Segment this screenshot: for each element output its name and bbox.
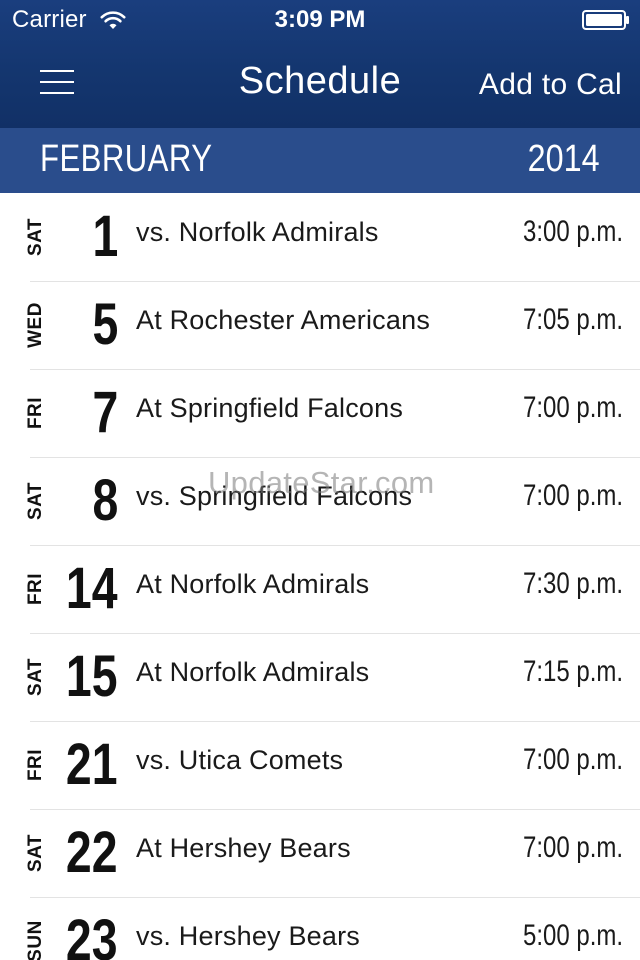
day-number: 23 bbox=[66, 908, 118, 960]
game-row[interactable]: FRI 14 At Norfolk Admirals 7:30 p.m. bbox=[0, 545, 640, 633]
game-time: 5:00 p.m. bbox=[522, 919, 623, 952]
day-number: 21 bbox=[66, 732, 118, 797]
game-time: 7:00 p.m. bbox=[522, 743, 623, 776]
month-header: FEBRUARY 2014 bbox=[0, 128, 640, 193]
game-row[interactable]: SAT 22 At Hershey Bears 7:00 p.m. bbox=[0, 809, 640, 897]
weekday-label: SAT bbox=[25, 833, 46, 873]
game-list: SAT 1 vs. Norfolk Admirals 3:00 p.m. WED… bbox=[0, 193, 640, 960]
day-number: 1 bbox=[92, 204, 118, 269]
game-row[interactable]: SAT 8 vs. Springfield Falcons 7:00 p.m. bbox=[0, 457, 640, 545]
weekday-label: SUN bbox=[25, 920, 46, 960]
game-time: 7:00 p.m. bbox=[522, 479, 623, 512]
game-row[interactable]: FRI 21 vs. Utica Comets 7:00 p.m. bbox=[0, 721, 640, 809]
game-time: 7:15 p.m. bbox=[522, 655, 623, 688]
opponent-label: At Norfolk Admirals bbox=[136, 657, 370, 687]
game-time: 7:00 p.m. bbox=[522, 391, 623, 424]
game-row[interactable]: FRI 7 At Springfield Falcons 7:00 p.m. bbox=[0, 369, 640, 457]
weekday-label: SAT bbox=[25, 481, 46, 521]
day-number: 7 bbox=[92, 380, 118, 445]
game-row[interactable]: WED 5 At Rochester Americans 7:05 p.m. bbox=[0, 281, 640, 369]
game-time: 3:00 p.m. bbox=[522, 215, 623, 248]
game-time: 7:05 p.m. bbox=[522, 303, 623, 336]
game-time: 7:00 p.m. bbox=[522, 831, 623, 864]
month-label: FEBRUARY bbox=[40, 138, 213, 180]
weekday-label: FRI bbox=[25, 748, 46, 782]
day-number: 5 bbox=[92, 292, 118, 357]
opponent-label: vs. Hershey Bears bbox=[136, 921, 360, 951]
schedule-screen: Carrier 3:09 PM Schedule Add to Cal FEBR… bbox=[0, 0, 640, 960]
opponent-label: At Norfolk Admirals bbox=[136, 569, 370, 599]
navigation-bar: Schedule Add to Cal bbox=[0, 40, 640, 128]
opponent-label: At Springfield Falcons bbox=[136, 393, 404, 423]
opponent-label: At Hershey Bears bbox=[136, 833, 351, 863]
status-bar: Carrier 3:09 PM bbox=[0, 0, 640, 40]
weekday-label: FRI bbox=[25, 396, 46, 430]
day-number: 8 bbox=[92, 468, 118, 533]
status-time: 3:09 PM bbox=[274, 6, 366, 33]
add-to-calendar-button[interactable]: Add to Cal bbox=[479, 68, 622, 102]
weekday-label: WED bbox=[25, 302, 46, 348]
day-number: 14 bbox=[66, 556, 118, 621]
opponent-label: vs. Springfield Falcons bbox=[136, 481, 413, 511]
header-area: Carrier 3:09 PM Schedule Add to Cal bbox=[0, 0, 640, 128]
weekday-label: FRI bbox=[25, 572, 46, 606]
opponent-label: vs. Utica Comets bbox=[136, 745, 344, 775]
day-number: 15 bbox=[66, 644, 118, 709]
year-label: 2014 bbox=[528, 138, 600, 180]
opponent-label: vs. Norfolk Admirals bbox=[136, 217, 379, 247]
game-time: 7:30 p.m. bbox=[522, 567, 623, 600]
battery-icon bbox=[582, 10, 629, 30]
day-number: 22 bbox=[66, 820, 118, 885]
game-row[interactable]: SAT 1 vs. Norfolk Admirals 3:00 p.m. bbox=[0, 193, 640, 281]
game-row[interactable]: SUN 23 vs. Hershey Bears 5:00 p.m. bbox=[0, 897, 640, 960]
weekday-label: SAT bbox=[25, 657, 46, 697]
weekday-label: SAT bbox=[25, 217, 46, 257]
game-row[interactable]: SAT 15 At Norfolk Admirals 7:15 p.m. bbox=[0, 633, 640, 721]
opponent-label: At Rochester Americans bbox=[136, 305, 431, 335]
